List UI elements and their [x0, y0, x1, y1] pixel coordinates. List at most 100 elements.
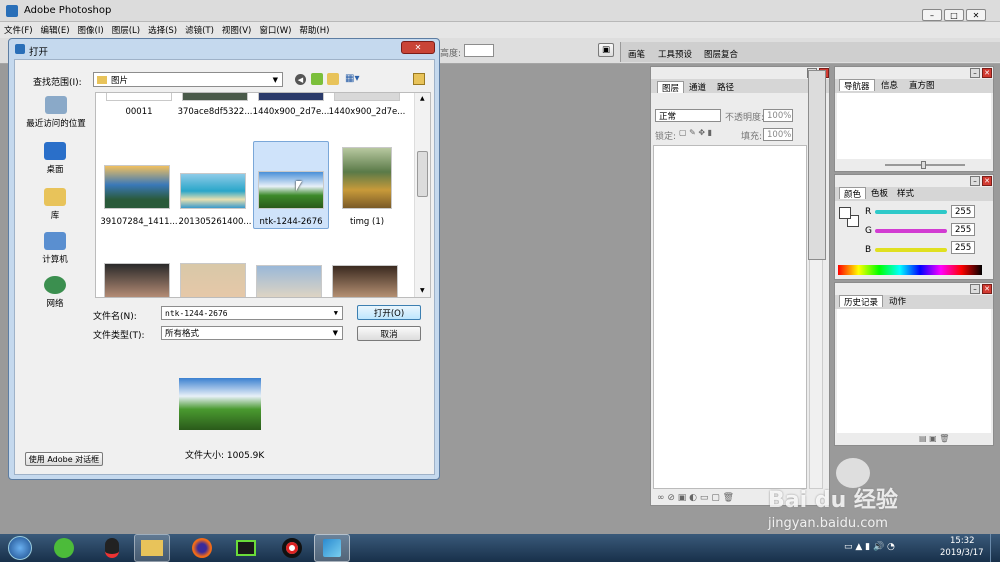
- tab-color[interactable]: 颜色: [839, 187, 867, 200]
- cancel-button[interactable]: 取消: [357, 326, 421, 341]
- tab-layers[interactable]: 图层: [657, 81, 685, 94]
- channel-g-value[interactable]: 255: [951, 223, 975, 236]
- new-folder-icon[interactable]: [327, 73, 339, 85]
- scroll-thumb[interactable]: [417, 151, 428, 197]
- place-library[interactable]: 库: [23, 188, 87, 221]
- file-label[interactable]: 201305261400...: [175, 217, 255, 227]
- file-list-scrollbar[interactable]: ▲ ▼: [414, 93, 430, 297]
- show-desktop-button[interactable]: [990, 534, 1000, 562]
- menu-file[interactable]: 文件(F): [0, 24, 37, 36]
- tab-brushes[interactable]: 画笔: [624, 48, 649, 60]
- tray-icons[interactable]: ▭ ▲ ▮ 🔊 ◔: [844, 542, 895, 552]
- tab-paths[interactable]: 路径: [713, 81, 738, 93]
- dialog-close-button[interactable]: ✕: [401, 41, 435, 54]
- thumb-00011[interactable]: [106, 93, 172, 101]
- thumb-ntk-1244-2676[interactable]: [258, 171, 324, 209]
- thumb-timg-1[interactable]: [342, 147, 392, 209]
- open-button[interactable]: 打开(O): [357, 305, 421, 320]
- tab-layer-comps[interactable]: 图层复合: [700, 48, 742, 60]
- filetype-select[interactable]: 所有格式 ▼: [161, 326, 343, 340]
- file-label[interactable]: ntk-1244-2676: [251, 217, 331, 227]
- file-label[interactable]: 1440x900_2d7e...: [251, 107, 331, 117]
- close-button[interactable]: ✕: [966, 9, 986, 21]
- tab-navigator[interactable]: 导航器: [839, 79, 875, 92]
- menu-edit[interactable]: 编辑(E): [37, 24, 74, 36]
- tab-channels[interactable]: 通道: [685, 81, 710, 93]
- back-icon[interactable]: ◀: [295, 74, 306, 85]
- lookin-select[interactable]: 图片 ▼: [93, 72, 283, 87]
- lock-icons[interactable]: ▢ ✎ ✥ ▮: [679, 128, 712, 137]
- thumb-portrait-4[interactable]: [332, 265, 398, 297]
- layers-footer-icons[interactable]: ∞ ⊘ ▣ ◐ ▭ ▢ 🗑: [657, 493, 734, 503]
- thumb-39107284[interactable]: [104, 165, 170, 209]
- tab-history[interactable]: 历史记录: [839, 295, 884, 308]
- place-network[interactable]: 网络: [23, 276, 87, 309]
- place-computer[interactable]: 计算机: [23, 232, 87, 265]
- clock-date[interactable]: 2019/3/17: [940, 548, 984, 558]
- tab-histogram[interactable]: 直方图: [905, 79, 939, 91]
- thumb-201305261400[interactable]: [180, 173, 246, 209]
- scroll-down-icon[interactable]: ▼: [420, 287, 425, 294]
- panel-close-icon[interactable]: ✕: [982, 284, 992, 294]
- panel-collapse-strip[interactable]: [808, 70, 826, 260]
- place-recent[interactable]: 最近访问的位置: [21, 96, 91, 129]
- filename-input[interactable]: ntk-1244-2676 ▼: [161, 306, 343, 320]
- tab-info[interactable]: 信息: [877, 79, 902, 91]
- thumb-1440b[interactable]: [334, 93, 400, 101]
- taskbar-photoshop[interactable]: [314, 534, 350, 562]
- up-folder-icon[interactable]: [311, 73, 323, 85]
- panel-minimize-icon[interactable]: –: [970, 68, 980, 78]
- file-label[interactable]: 00011: [99, 107, 179, 117]
- tab-styles[interactable]: 样式: [893, 187, 918, 199]
- scroll-up-icon[interactable]: ▲: [420, 95, 425, 102]
- panel-minimize-icon[interactable]: –: [970, 284, 980, 294]
- height-field[interactable]: [464, 44, 494, 57]
- history-footer-icons[interactable]: ▤ ▣ 🗑: [919, 434, 949, 443]
- folder-action-icon[interactable]: [413, 73, 425, 85]
- color-spectrum[interactable]: [838, 265, 982, 275]
- thumb-portrait-3[interactable]: [256, 265, 322, 297]
- menu-image[interactable]: 图像(I): [74, 24, 108, 36]
- panel-close-icon[interactable]: ✕: [982, 176, 992, 186]
- menu-window[interactable]: 窗口(W): [255, 24, 295, 36]
- blend-mode-select[interactable]: 正常: [655, 109, 721, 122]
- menu-select[interactable]: 选择(S): [144, 24, 181, 36]
- maximize-button[interactable]: □: [944, 9, 964, 21]
- palette-well-icon[interactable]: ▣: [598, 43, 614, 57]
- taskbar-firefox[interactable]: [182, 534, 222, 562]
- thumb-1440a[interactable]: [258, 93, 324, 101]
- taskbar-browser-360[interactable]: [44, 534, 84, 562]
- thumb-portrait-2[interactable]: [180, 263, 246, 297]
- menu-help[interactable]: 帮助(H): [295, 24, 333, 36]
- panel-close-icon[interactable]: ✕: [982, 68, 992, 78]
- file-label[interactable]: 39107284_1411...: [99, 217, 179, 227]
- thumb-portrait-1[interactable]: [104, 263, 170, 297]
- menu-layer[interactable]: 图层(L): [108, 24, 144, 36]
- fill-field[interactable]: 100%: [763, 128, 793, 141]
- view-menu-icon[interactable]: ▦▾: [345, 73, 363, 85]
- channel-r-value[interactable]: 255: [951, 205, 975, 218]
- file-label[interactable]: 370ace8df5322...: [175, 107, 255, 117]
- clock-time[interactable]: 15:32: [950, 536, 975, 546]
- menu-filter[interactable]: 滤镜(T): [181, 24, 218, 36]
- taskbar-recorder[interactable]: [272, 534, 312, 562]
- minimize-button[interactable]: –: [922, 9, 942, 21]
- tab-actions[interactable]: 动作: [885, 295, 910, 307]
- taskbar-explorer[interactable]: [134, 534, 170, 562]
- menu-view[interactable]: 视图(V): [218, 24, 255, 36]
- panel-minimize-icon[interactable]: –: [970, 176, 980, 186]
- channel-b-value[interactable]: 255: [951, 241, 975, 254]
- place-desktop[interactable]: 桌面: [23, 142, 87, 175]
- tab-tool-presets[interactable]: 工具预设: [654, 48, 696, 60]
- tab-swatches[interactable]: 色板: [867, 187, 892, 199]
- opacity-field[interactable]: 100%: [763, 109, 793, 122]
- file-label[interactable]: 1440x900_2d7e...: [327, 107, 407, 117]
- channel-b-slider[interactable]: [875, 248, 947, 252]
- file-label[interactable]: timg (1): [327, 217, 407, 227]
- zoom-slider-thumb[interactable]: [921, 161, 926, 169]
- taskbar-qq[interactable]: [92, 534, 132, 562]
- foreground-swatch[interactable]: [839, 207, 851, 219]
- channel-r-slider[interactable]: [875, 210, 947, 214]
- thumb-370ace[interactable]: [182, 93, 248, 101]
- use-adobe-dialog-button[interactable]: 使用 Adobe 对话框: [25, 452, 103, 466]
